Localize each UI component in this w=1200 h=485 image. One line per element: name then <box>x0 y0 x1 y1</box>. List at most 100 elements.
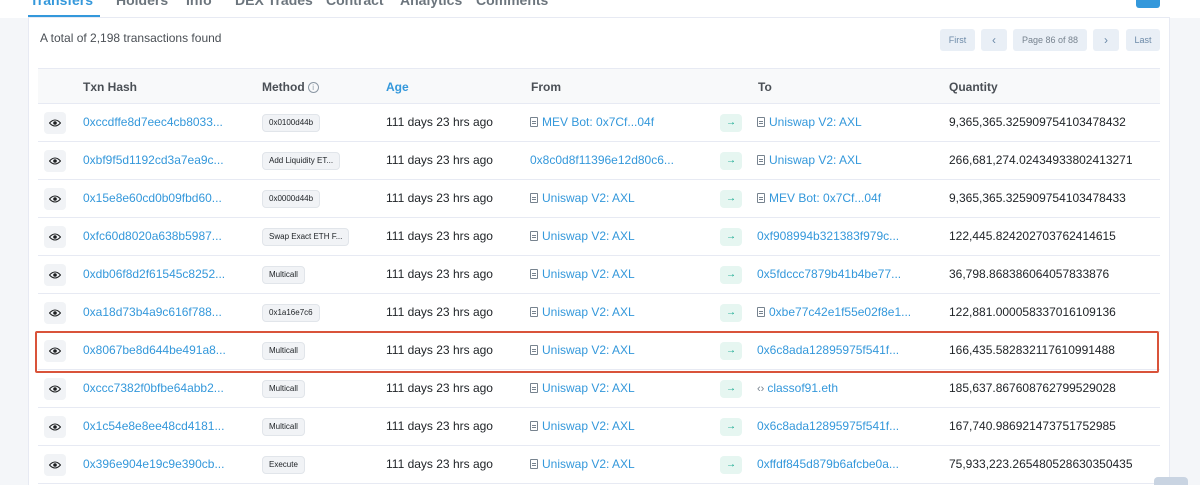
view-details-button[interactable] <box>44 112 66 134</box>
txn-age: 111 days 23 hrs ago <box>386 381 493 395</box>
view-details-button[interactable] <box>44 416 66 438</box>
tab-transfers[interactable]: Transfers <box>30 0 93 8</box>
eye-icon <box>48 456 62 474</box>
eye-icon <box>48 152 62 170</box>
from-address[interactable]: Uniswap V2: AXL <box>530 381 635 395</box>
arrow-right-icon: → <box>720 418 742 436</box>
txn-hash-link[interactable]: 0xccdffe8d7eec4cb8033... <box>83 115 223 129</box>
from-address[interactable]: Uniswap V2: AXL <box>530 457 635 471</box>
txn-hash-link[interactable]: 0xbf9f5d1192cd3a7ea9c... <box>83 153 224 167</box>
next-page-button[interactable]: › <box>1093 29 1119 51</box>
eye-icon <box>48 190 62 208</box>
view-details-button[interactable] <box>44 302 66 324</box>
view-details-button[interactable] <box>44 264 66 286</box>
from-address[interactable]: Uniswap V2: AXL <box>530 343 635 357</box>
arrow-right-icon: → <box>720 266 742 284</box>
transactions-summary: A total of 2,198 transactions found <box>40 31 222 45</box>
view-details-button[interactable] <box>44 454 66 476</box>
tab-holders[interactable]: Holders <box>116 0 168 8</box>
quantity-value: 75,933,223.265480528630350435 <box>949 457 1133 471</box>
document-icon <box>530 345 538 355</box>
table-row: 0x15e8e60cd0b09fbd60... 0x0000d44b 111 day… <box>38 180 1160 218</box>
txn-hash-link[interactable]: 0xccc7382f0bfbe64abb2... <box>83 381 224 395</box>
txn-hash-link[interactable]: 0x1c54e8e8ee48cd4181... <box>83 419 224 433</box>
tab-comments[interactable]: Comments <box>476 0 548 8</box>
view-details-button[interactable] <box>44 188 66 210</box>
txn-age: 111 days 23 hrs ago <box>386 191 493 205</box>
txn-age: 111 days 23 hrs ago <box>386 305 493 319</box>
method-badge: Swap Exact ETH F... <box>262 228 350 246</box>
document-icon <box>757 117 765 127</box>
to-address[interactable]: Uniswap V2: AXL <box>757 115 862 129</box>
txn-hash-link[interactable]: 0xdb06f8d2f61545c8252... <box>83 267 225 281</box>
to-address[interactable]: 0x6c8ada12895975f541f... <box>757 343 899 357</box>
tab-contract[interactable]: Contract <box>326 0 384 8</box>
txn-hash-link[interactable]: 0x8067be8d644be491a8... <box>83 343 226 357</box>
txn-hash-link[interactable]: 0x15e8e60cd0b09fbd60... <box>83 191 222 205</box>
txn-age: 111 days 23 hrs ago <box>386 115 493 129</box>
document-icon <box>530 459 538 469</box>
view-details-button[interactable] <box>44 340 66 362</box>
table-row: 0xdb06f8d2f61545c8252... Multicall 111 day… <box>38 256 1160 294</box>
view-details-button[interactable] <box>44 378 66 400</box>
tab-info[interactable]: Info <box>186 0 212 8</box>
quantity-value: 166,435.582832117610991488 <box>949 343 1115 357</box>
method-badge: Multicall <box>262 266 305 284</box>
document-icon <box>530 307 538 317</box>
tab-analytics[interactable]: Analytics <box>400 0 462 8</box>
document-icon <box>757 155 765 165</box>
table-row: 0xccc7382f0bfbe64abb2... Multicall 111 day… <box>38 370 1160 408</box>
method-badge: 0x0000d44b <box>262 190 321 208</box>
from-address[interactable]: Uniswap V2: AXL <box>530 191 635 205</box>
arrow-right-icon: → <box>720 304 742 322</box>
arrow-right-icon: → <box>720 456 742 474</box>
from-address[interactable]: Uniswap V2: AXL <box>530 229 635 243</box>
prev-page-button[interactable]: ‹ <box>981 29 1007 51</box>
from-address[interactable]: Uniswap V2: AXL <box>530 305 635 319</box>
eye-icon <box>48 418 62 436</box>
txn-age: 111 days 23 hrs ago <box>386 267 493 281</box>
method-badge: Multicall <box>262 342 305 360</box>
table-row: 0xbf9f5d1192cd3a7ea9c... Add Liquidity ET… <box>38 142 1160 180</box>
arrow-right-icon: → <box>720 152 742 170</box>
txn-hash-link[interactable]: 0xfc60d8020a638b5987... <box>83 229 222 243</box>
view-details-button[interactable] <box>44 150 66 172</box>
to-address[interactable]: 0x5fdccc7879b41b4be77... <box>757 267 901 281</box>
eye-icon <box>48 342 62 360</box>
tab-bar: Transfers Holders Info DEX Trades Contra… <box>0 0 1200 18</box>
from-address[interactable]: Uniswap V2: AXL <box>530 419 635 433</box>
txn-hash-link[interactable]: 0xa18d73b4a9c616f788... <box>83 305 222 319</box>
to-address[interactable]: Uniswap V2: AXL <box>757 153 862 167</box>
table-row: 0xa18d73b4a9c616f788... 0x1a16e7c6 111 day… <box>38 294 1160 332</box>
document-icon <box>530 193 538 203</box>
eye-icon <box>48 228 62 246</box>
to-address[interactable]: MEV Bot: 0x7Cf...04f <box>757 191 881 205</box>
arrow-right-icon: → <box>720 114 742 132</box>
info-icon[interactable]: i <box>307 82 319 93</box>
eye-icon <box>48 266 62 284</box>
scroll-to-top-button[interactable] <box>1154 477 1188 485</box>
quantity-value: 167,740.986921473751752985 <box>949 419 1116 433</box>
txn-age: 111 days 23 hrs ago <box>386 153 493 167</box>
from-address[interactable]: 0x8c0d8f11396e12d80c6... <box>530 153 674 167</box>
document-icon <box>530 117 538 127</box>
quantity-value: 266,681,274.02434933802413271 <box>949 153 1133 167</box>
to-address[interactable]: 0x6c8ada12895975f541f... <box>757 419 899 433</box>
txn-age: 111 days 23 hrs ago <box>386 419 493 433</box>
view-details-button[interactable] <box>44 226 66 248</box>
tab-dex-trades[interactable]: DEX Trades <box>235 0 313 8</box>
document-icon <box>757 193 765 203</box>
to-address[interactable]: 0xf908994b321383f979c... <box>757 229 899 243</box>
last-page-button[interactable]: Last <box>1126 29 1160 51</box>
to-address[interactable]: 0xffdf845d879b6afcbe0a... <box>757 457 899 471</box>
options-button[interactable] <box>1136 0 1160 8</box>
first-page-button[interactable]: First <box>940 29 975 51</box>
to-address[interactable]: ‹› classof91.eth <box>757 381 838 395</box>
to-address[interactable]: 0xbe77c42e1f55e02f8e1... <box>757 305 911 319</box>
from-address[interactable]: Uniswap V2: AXL <box>530 267 635 281</box>
column-header-age[interactable]: Age <box>386 80 409 94</box>
from-address[interactable]: MEV Bot: 0x7Cf...04f <box>530 115 654 129</box>
arrow-right-icon: → <box>720 380 742 398</box>
table-row: 0x396e904e19c9e390cb... Execute 111 days 2… <box>38 446 1160 484</box>
txn-hash-link[interactable]: 0x396e904e19c9e390cb... <box>83 457 224 471</box>
